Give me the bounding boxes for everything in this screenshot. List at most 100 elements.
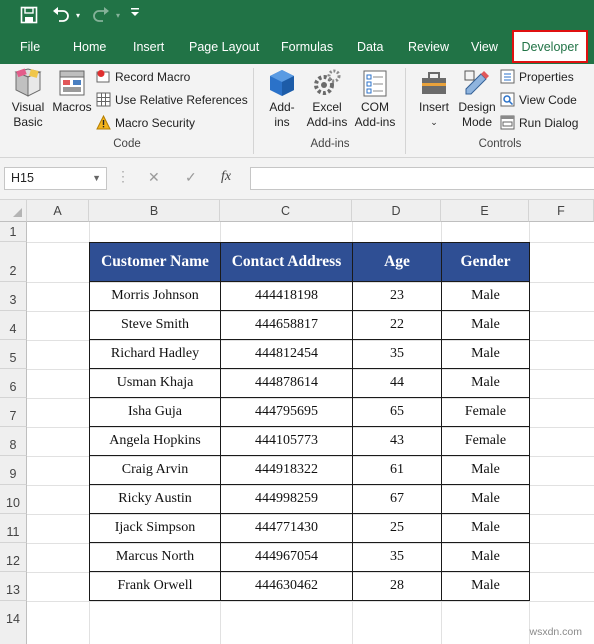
- cell-age[interactable]: 35: [352, 339, 442, 369]
- cell-contact-address[interactable]: 444918322: [220, 455, 353, 485]
- name-box[interactable]: H15 ▼: [4, 167, 107, 190]
- tab-file[interactable]: File: [20, 32, 40, 64]
- run-dialog-button[interactable]: Run Dialog: [500, 113, 578, 133]
- row-header[interactable]: 12: [0, 543, 27, 572]
- cell-gender[interactable]: Male: [441, 281, 530, 311]
- excel-add-ins-button[interactable]: Excel Add-ins: [304, 68, 350, 130]
- header-contact-address[interactable]: Contact Address: [220, 242, 353, 282]
- cell-customer-name[interactable]: Marcus North: [89, 542, 221, 572]
- row-header[interactable]: 5: [0, 340, 27, 369]
- insert-controls-button[interactable]: Insert ⌄: [414, 68, 454, 130]
- cell-age[interactable]: 65: [352, 397, 442, 427]
- cell-contact-address[interactable]: 444878614: [220, 368, 353, 398]
- visual-basic-button[interactable]: Visual Basic: [8, 68, 48, 130]
- cell-age[interactable]: 61: [352, 455, 442, 485]
- header-customer-name[interactable]: Customer Name: [89, 242, 221, 282]
- cell-contact-address[interactable]: 444630462: [220, 571, 353, 601]
- cell-customer-name[interactable]: Richard Hadley: [89, 339, 221, 369]
- redo-dropdown-icon[interactable]: ▾: [113, 6, 123, 26]
- tab-formulas[interactable]: Formulas: [281, 32, 333, 64]
- enter-icon[interactable]: ✓: [185, 169, 197, 186]
- insert-function-icon[interactable]: fx: [221, 169, 231, 185]
- row-header[interactable]: 3: [0, 282, 27, 311]
- cell-gender[interactable]: Male: [441, 571, 530, 601]
- cell-contact-address[interactable]: 444967054: [220, 542, 353, 572]
- row-header[interactable]: 2: [0, 242, 27, 282]
- properties-button[interactable]: Properties: [500, 67, 574, 87]
- cell-contact-address[interactable]: 444998259: [220, 484, 353, 514]
- tab-insert[interactable]: Insert: [133, 32, 164, 64]
- cell-gender[interactable]: Male: [441, 542, 530, 572]
- use-relative-references-button[interactable]: Use Relative References: [96, 90, 248, 110]
- chevron-down-icon[interactable]: ▼: [92, 168, 101, 189]
- cell-customer-name[interactable]: Morris Johnson: [89, 281, 221, 311]
- column-header[interactable]: F: [529, 200, 594, 222]
- record-macro-button[interactable]: Record Macro: [96, 67, 190, 87]
- row-header[interactable]: 4: [0, 311, 27, 340]
- cell-customer-name[interactable]: Ijack Simpson: [89, 513, 221, 543]
- cell-age[interactable]: 43: [352, 426, 442, 456]
- select-all-corner[interactable]: [0, 200, 27, 222]
- cell-gender[interactable]: Male: [441, 513, 530, 543]
- row-header[interactable]: 6: [0, 369, 27, 398]
- cell-contact-address[interactable]: 444771430: [220, 513, 353, 543]
- column-header[interactable]: A: [27, 200, 89, 222]
- cell-age[interactable]: 67: [352, 484, 442, 514]
- tab-home[interactable]: Home: [73, 32, 106, 64]
- cell-age[interactable]: 23: [352, 281, 442, 311]
- view-code-button[interactable]: View Code: [500, 90, 577, 110]
- row-header[interactable]: 10: [0, 485, 27, 514]
- tab-data[interactable]: Data: [357, 32, 383, 64]
- cell-gender[interactable]: Male: [441, 310, 530, 340]
- cell-gender[interactable]: Female: [441, 426, 530, 456]
- com-add-ins-button[interactable]: COM Add-ins: [352, 68, 398, 130]
- cell-customer-name[interactable]: Craig Arvin: [89, 455, 221, 485]
- tab-developer[interactable]: Developer: [512, 30, 588, 63]
- column-header[interactable]: D: [352, 200, 441, 222]
- cell-gender[interactable]: Male: [441, 484, 530, 514]
- header-gender[interactable]: Gender: [441, 242, 530, 282]
- cell-age[interactable]: 25: [352, 513, 442, 543]
- cell-customer-name[interactable]: Ricky Austin: [89, 484, 221, 514]
- spreadsheet-grid[interactable]: A B C D E F 1 2 3 4 5 6 7 8 9 10 11 12 1…: [0, 200, 594, 644]
- cell-contact-address[interactable]: 444795695: [220, 397, 353, 427]
- cell-age[interactable]: 44: [352, 368, 442, 398]
- cell-gender[interactable]: Male: [441, 339, 530, 369]
- cell-age[interactable]: 28: [352, 571, 442, 601]
- cell-customer-name[interactable]: Steve Smith: [89, 310, 221, 340]
- tab-page-layout[interactable]: Page Layout: [189, 32, 259, 64]
- formula-input[interactable]: [250, 167, 594, 190]
- undo-icon[interactable]: [50, 6, 72, 26]
- cell-contact-address[interactable]: 444105773: [220, 426, 353, 456]
- row-header[interactable]: 13: [0, 572, 27, 601]
- row-header[interactable]: 8: [0, 427, 27, 456]
- cell-gender[interactable]: Male: [441, 455, 530, 485]
- customize-icon[interactable]: [128, 6, 142, 26]
- macros-button[interactable]: Macros: [51, 68, 93, 115]
- cell-age[interactable]: 35: [352, 542, 442, 572]
- redo-icon[interactable]: [90, 6, 112, 26]
- row-header[interactable]: 11: [0, 514, 27, 543]
- cell-age[interactable]: 22: [352, 310, 442, 340]
- header-age[interactable]: Age: [352, 242, 442, 282]
- cell-gender[interactable]: Male: [441, 368, 530, 398]
- row-header[interactable]: 7: [0, 398, 27, 427]
- tab-view[interactable]: View: [471, 32, 498, 64]
- save-icon[interactable]: [18, 6, 40, 26]
- cell-contact-address[interactable]: 444658817: [220, 310, 353, 340]
- cell-contact-address[interactable]: 444418198: [220, 281, 353, 311]
- tab-review[interactable]: Review: [408, 32, 449, 64]
- row-header[interactable]: 1: [0, 222, 27, 242]
- column-header[interactable]: C: [220, 200, 352, 222]
- macro-security-button[interactable]: Macro Security: [96, 113, 195, 133]
- row-header[interactable]: 14: [0, 601, 27, 644]
- add-ins-button[interactable]: Add- ins: [264, 68, 300, 130]
- row-header[interactable]: 9: [0, 456, 27, 485]
- cell-contact-address[interactable]: 444812454: [220, 339, 353, 369]
- cancel-icon[interactable]: ✕: [148, 169, 160, 186]
- cell-customer-name[interactable]: Usman Khaja: [89, 368, 221, 398]
- column-header[interactable]: E: [441, 200, 529, 222]
- cell-gender[interactable]: Female: [441, 397, 530, 427]
- column-header[interactable]: B: [89, 200, 220, 222]
- undo-dropdown-icon[interactable]: ▾: [73, 6, 83, 26]
